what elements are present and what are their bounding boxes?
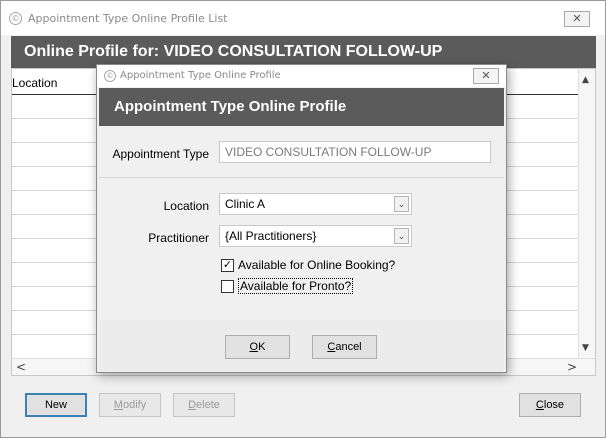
column-header-location[interactable]: Location [12, 76, 57, 90]
online-booking-label[interactable]: Available for Online Booking? [238, 258, 395, 272]
title-bar: © Appointment Type Online Profile List ✕ [1, 1, 605, 35]
divider [99, 177, 504, 178]
pronto-checkbox-row[interactable]: Available for Pronto? [221, 278, 371, 295]
vertical-scrollbar[interactable]: ▲ ▼ [578, 69, 595, 359]
practitioner-select[interactable]: {All Practitioners} ⌄ [219, 225, 412, 247]
online-booking-checkbox[interactable]: ✓ [221, 259, 234, 272]
close-button[interactable]: Close [519, 393, 581, 417]
practitioner-label: Practitioner [148, 231, 209, 245]
delete-label: elete [196, 399, 220, 411]
modify-accelerator: M [113, 399, 123, 411]
scroll-left-icon[interactable]: < [16, 360, 26, 374]
dialog-title-bar: © Appointment Type Online Profile ✕ [97, 65, 506, 87]
dialog-title: Appointment Type Online Profile [120, 70, 281, 81]
location-select[interactable]: Clinic A ⌄ [219, 193, 412, 215]
online-booking-checkbox-row[interactable]: ✓ Available for Online Booking? [221, 258, 411, 274]
cancel-label: ancel [335, 341, 362, 353]
ok-button[interactable]: OK [225, 335, 290, 359]
close-icon[interactable]: ✕ [564, 11, 590, 27]
appointment-type-field: VIDEO CONSULTATION FOLLOW-UP [219, 141, 491, 163]
dialog-header: Appointment Type Online Profile [99, 88, 504, 126]
app-icon: © [104, 70, 116, 82]
dialog-footer: OK Cancel [99, 320, 504, 372]
scroll-down-icon[interactable]: ▼ [582, 343, 589, 353]
practitioner-value: {All Practitioners} [225, 229, 317, 243]
pronto-checkbox[interactable] [221, 280, 234, 293]
pronto-label[interactable]: Available for Pronto? [238, 278, 354, 294]
appointment-type-label: Appointment Type [112, 147, 209, 161]
online-profile-dialog: © Appointment Type Online Profile ✕ Appo… [96, 64, 507, 373]
app-icon: © [9, 12, 22, 25]
checkmark-icon: ✓ [222, 259, 233, 271]
scroll-right-icon[interactable]: > [567, 360, 577, 374]
ok-label: K [258, 341, 266, 353]
chevron-down-icon[interactable]: ⌄ [394, 228, 409, 244]
delete-button[interactable]: Delete [173, 393, 235, 417]
close-icon[interactable]: ✕ [473, 68, 499, 84]
location-value: Clinic A [225, 197, 266, 211]
chevron-down-icon[interactable]: ⌄ [394, 196, 409, 212]
ok-accelerator: O [249, 341, 259, 353]
modify-label: odify [122, 399, 147, 411]
delete-accelerator: D [188, 399, 197, 411]
new-button[interactable]: New [25, 393, 87, 417]
window-title: Appointment Type Online Profile List [28, 12, 228, 25]
scroll-up-icon[interactable]: ▲ [582, 75, 589, 85]
close-accelerator: C [535, 399, 544, 411]
modify-button[interactable]: Modify [99, 393, 161, 417]
close-label: lose [543, 399, 565, 411]
location-label: Location [163, 199, 209, 213]
cancel-button[interactable]: Cancel [312, 335, 377, 359]
